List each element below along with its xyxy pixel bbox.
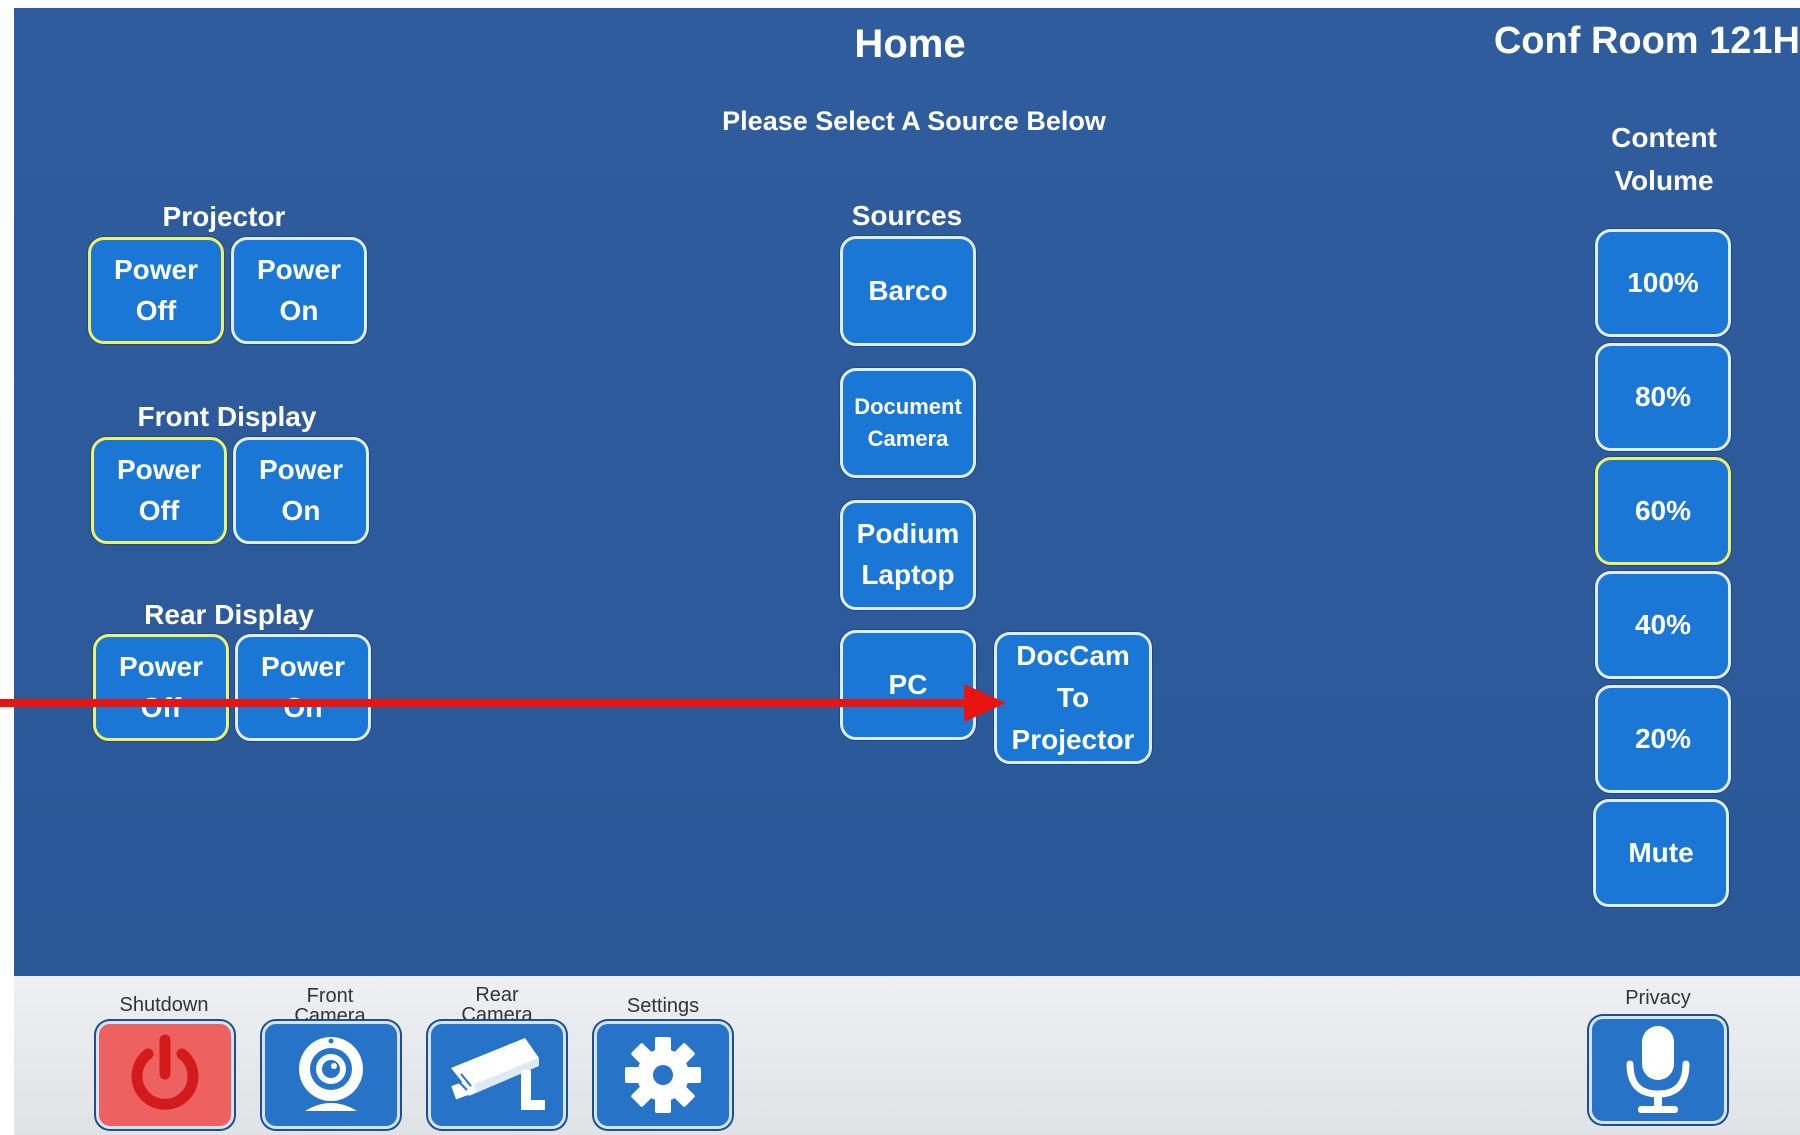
source-barco-button[interactable]: Barco: [840, 236, 976, 346]
button-label: 100%: [1627, 266, 1699, 298]
rear-camera-label: Rear Camera: [461, 984, 533, 1026]
volume-mute-button[interactable]: Mute: [1593, 799, 1729, 907]
front-display-power-on-button[interactable]: Power On: [233, 437, 369, 544]
annotation-arrow-line: [0, 699, 966, 707]
button-label: Mute: [1628, 836, 1694, 868]
volume-20-button[interactable]: 20%: [1595, 685, 1731, 793]
sources-label: Sources: [851, 200, 963, 231]
projector-label: Projector: [162, 201, 286, 232]
annotation-arrow-head: [964, 684, 1006, 722]
microphone-icon: [1626, 1026, 1690, 1113]
front-display-label: Front Display: [137, 401, 317, 432]
button-label: 60%: [1634, 494, 1692, 526]
button-label: DocCam To Projector: [1011, 640, 1135, 755]
button-label: Power Off: [113, 253, 199, 326]
content-volume-label: Content Volume: [1611, 122, 1717, 197]
button-label: Document Camera: [854, 394, 962, 451]
volume-100-button[interactable]: 100%: [1595, 229, 1731, 337]
front-camera-button[interactable]: [262, 1021, 400, 1129]
privacy-button[interactable]: [1589, 1016, 1727, 1124]
button-label: Podium Laptop: [856, 518, 960, 590]
button-label: Power On: [256, 253, 342, 326]
page-title: Home: [854, 22, 966, 66]
settings-label: Settings: [626, 995, 700, 1017]
rear-display-power-on-button[interactable]: Power On: [235, 634, 371, 741]
volume-80-button[interactable]: 80%: [1595, 343, 1731, 451]
doccam-to-projector-button[interactable]: DocCam To Projector: [994, 632, 1152, 764]
source-podium-laptop-button[interactable]: Podium Laptop: [840, 500, 976, 610]
bottom-toolbar: Shutdown Front Camera Rear Camera Settin…: [14, 976, 1800, 1135]
front-display-power-off-button[interactable]: Power Off: [91, 437, 227, 544]
room-name: Conf Room 121H: [1493, 20, 1800, 62]
source-document-camera-button[interactable]: Document Camera: [840, 368, 976, 478]
rear-camera-button[interactable]: [428, 1021, 566, 1129]
touch-panel-screen: Home Conf Room 121H Please Select A Sour…: [14, 8, 1800, 1135]
button-label: Barco: [868, 274, 948, 306]
projector-power-off-button[interactable]: Power Off: [88, 237, 224, 344]
rear-display-power-off-button[interactable]: Power Off: [93, 634, 229, 741]
privacy-label: Privacy: [1625, 987, 1691, 1009]
front-camera-label: Front Camera: [294, 985, 366, 1027]
button-label: 80%: [1634, 380, 1692, 412]
projector-power-on-button[interactable]: Power On: [231, 237, 367, 344]
button-label: Power Off: [116, 453, 202, 526]
button-label: Power Off: [118, 650, 204, 723]
volume-40-button[interactable]: 40%: [1595, 571, 1731, 679]
power-icon: [131, 1034, 199, 1110]
security-camera-icon: [451, 1038, 545, 1110]
settings-button[interactable]: [594, 1021, 732, 1129]
button-label: Power On: [260, 650, 346, 723]
shutdown-label: Shutdown: [119, 994, 209, 1016]
gear-icon: [625, 1037, 701, 1113]
button-label: Power On: [258, 453, 344, 526]
rear-display-label: Rear Display: [144, 599, 314, 630]
volume-60-button[interactable]: 60%: [1595, 457, 1731, 565]
shutdown-button[interactable]: [96, 1021, 234, 1129]
webcam-icon: [299, 1037, 363, 1111]
source-pc-button[interactable]: PC: [840, 630, 976, 740]
instruction-text: Please Select A Source Below: [722, 106, 1106, 136]
button-label: 40%: [1634, 608, 1692, 640]
button-label: 20%: [1634, 722, 1692, 754]
